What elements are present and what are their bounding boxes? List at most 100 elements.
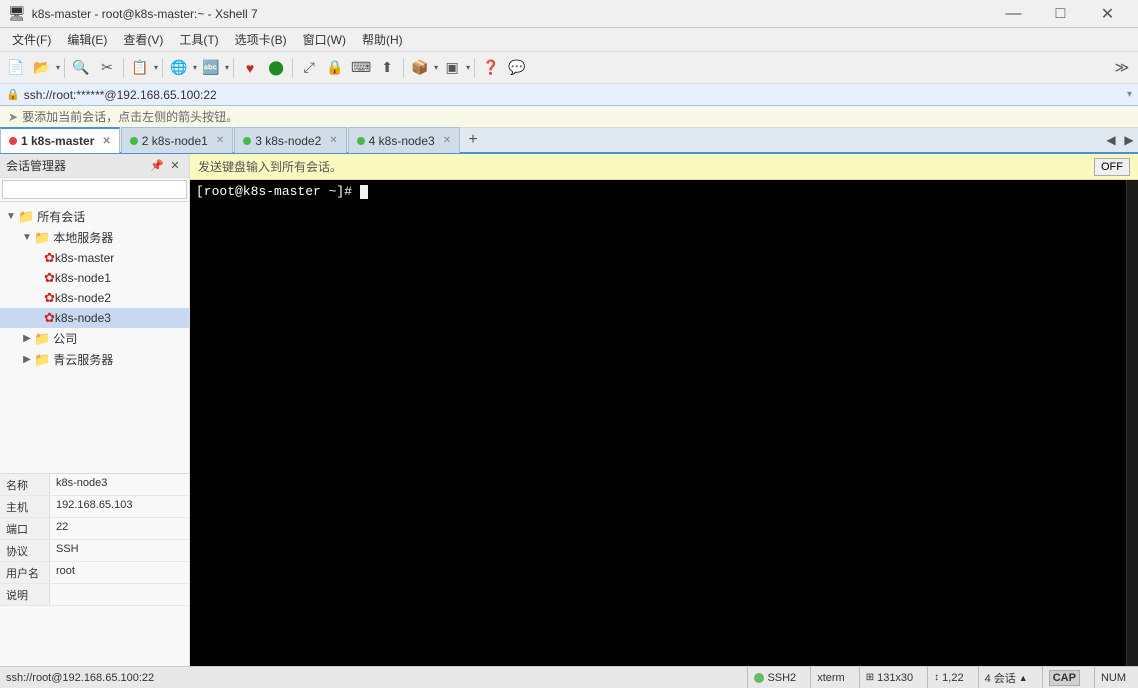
info-label-name: 名称 bbox=[0, 474, 50, 495]
title-bar-left: 🖥 k8s-master - root@k8s-master:~ - Xshel… bbox=[8, 5, 258, 22]
close-button[interactable]: ✕ bbox=[1085, 0, 1130, 28]
info-value-user: root bbox=[50, 562, 189, 583]
address-dropdown-icon[interactable]: ▾ bbox=[1127, 89, 1132, 100]
tab-close-0[interactable]: ✕ bbox=[102, 136, 110, 147]
arrow-icon: ➤ bbox=[8, 110, 18, 124]
send-all-bar: 发送键盘输入到所有会话。 OFF bbox=[190, 154, 1138, 180]
toolbar-btn-kbd[interactable]: ⌨ bbox=[349, 56, 373, 80]
menu-edit[interactable]: 编辑(E) bbox=[59, 29, 115, 50]
toolbar-btn3[interactable]: ✂ bbox=[95, 56, 119, 80]
tab-3[interactable]: 4 k8s-node3 ✕ bbox=[348, 127, 460, 153]
tab-0[interactable]: 1 k8s-master ✕ bbox=[0, 127, 120, 153]
expand-company[interactable]: ▶ bbox=[20, 333, 34, 344]
menu-file[interactable]: 文件(F) bbox=[4, 29, 59, 50]
tree-item-all-sessions[interactable]: ▼ 📁 所有会话 bbox=[0, 206, 189, 227]
info-panel: 名称 k8s-node3 主机 192.168.65.103 端口 22 协议 … bbox=[0, 473, 189, 666]
toolbar-transfer-btn[interactable]: 📦 bbox=[408, 56, 432, 80]
new-session-button[interactable]: 📄 bbox=[4, 56, 28, 80]
status-address: ssh://root@192.168.65.100:22 bbox=[6, 672, 739, 684]
position-icon: ↕ bbox=[934, 672, 939, 683]
minimize-button[interactable]: — bbox=[991, 0, 1036, 28]
sidebar-search-input[interactable] bbox=[2, 180, 187, 199]
content-area: 会话管理器 📌 ✕ ▼ 📁 所有会话 ▼ 📁 本地服务器 bbox=[0, 154, 1138, 666]
status-position-segment: ↕ 1,22 bbox=[927, 667, 969, 688]
status-size-segment: ⊞ 131x30 bbox=[859, 667, 919, 688]
lock-icon: 🔒 bbox=[6, 88, 20, 101]
toolbar-chat-btn[interactable]: 💬 bbox=[505, 56, 529, 80]
open-button[interactable]: 📂 bbox=[30, 56, 54, 80]
menu-tabs[interactable]: 选项卡(B) bbox=[227, 29, 295, 50]
sidebar-close-button[interactable]: ✕ bbox=[167, 158, 183, 174]
btn6-arrow[interactable]: ▾ bbox=[225, 63, 229, 72]
tab-label-3: 4 k8s-node3 bbox=[369, 134, 435, 148]
toolbar-btn4[interactable]: 📋 bbox=[128, 56, 152, 80]
toolbar-expand-btn[interactable]: ≫ bbox=[1110, 56, 1134, 80]
toolbar-btn-up[interactable]: ⬆ bbox=[375, 56, 399, 80]
open-arrow[interactable]: ▾ bbox=[56, 63, 60, 72]
toolbar-btn-lock[interactable]: 🔒 bbox=[323, 56, 347, 80]
folder-icon-qingyun: 📁 bbox=[34, 352, 50, 368]
sidebar-header: 会话管理器 📌 ✕ bbox=[0, 154, 189, 178]
toolbar-btn5[interactable]: 🌐 bbox=[167, 56, 191, 80]
tab-nav: ◀ ▶ bbox=[1102, 127, 1138, 153]
btn4-arrow[interactable]: ▾ bbox=[154, 63, 158, 72]
sidebar-pin-button[interactable]: 📌 bbox=[149, 158, 165, 174]
status-sessions: 4 会话 bbox=[985, 670, 1016, 686]
menu-view[interactable]: 查看(V) bbox=[115, 29, 171, 50]
terminal[interactable]: [root@k8s-master ~]# bbox=[190, 180, 1126, 666]
toolbar-btn6[interactable]: 🔤 bbox=[199, 56, 223, 80]
tree-item-qingyun[interactable]: ▶ 📁 青云服务器 bbox=[0, 349, 189, 370]
toolbar-btn-circle[interactable]: ⬤ bbox=[264, 56, 288, 80]
expand-qingyun[interactable]: ▶ bbox=[20, 354, 34, 365]
menu-tools[interactable]: 工具(T) bbox=[171, 29, 226, 50]
menu-window[interactable]: 窗口(W) bbox=[295, 29, 354, 50]
term-arrow[interactable]: ▾ bbox=[466, 63, 470, 72]
toolbar-btn-resize[interactable]: ⤢ bbox=[297, 56, 321, 80]
tab-nav-prev[interactable]: ◀ bbox=[1102, 127, 1120, 153]
toolbar-btn2[interactable]: 🔍 bbox=[69, 56, 93, 80]
info-value-host: 192.168.65.103 bbox=[50, 496, 189, 517]
terminal-area: [root@k8s-master ~]# bbox=[190, 180, 1138, 666]
tab-1[interactable]: 2 k8s-node1 ✕ bbox=[121, 127, 233, 153]
label-k8s-master: k8s-master bbox=[55, 251, 114, 265]
status-protocol-segment: SSH2 bbox=[747, 667, 802, 688]
label-all-sessions: 所有会话 bbox=[37, 208, 85, 225]
menu-help[interactable]: 帮助(H) bbox=[354, 29, 411, 50]
btn5-arrow[interactable]: ▾ bbox=[193, 63, 197, 72]
toolbar-help-btn[interactable]: ❓ bbox=[479, 56, 503, 80]
tree-item-k8s-node1[interactable]: ✿ k8s-node1 bbox=[0, 268, 189, 288]
info-value-port: 22 bbox=[50, 518, 189, 539]
notification-text: 要添加当前会话，点击左侧的箭头按钮。 bbox=[22, 108, 238, 125]
label-company: 公司 bbox=[53, 330, 77, 347]
info-row-port: 端口 22 bbox=[0, 518, 189, 540]
tab-nav-next[interactable]: ▶ bbox=[1120, 127, 1138, 153]
tree-item-local[interactable]: ▼ 📁 本地服务器 bbox=[0, 227, 189, 248]
tree-item-k8s-master[interactable]: ✿ k8s-master bbox=[0, 248, 189, 268]
expand-local[interactable]: ▼ bbox=[20, 232, 34, 243]
expand-all-sessions[interactable]: ▼ bbox=[4, 211, 18, 222]
tab-2[interactable]: 3 k8s-node2 ✕ bbox=[234, 127, 346, 153]
label-k8s-node2: k8s-node2 bbox=[55, 291, 111, 305]
status-cap-segment: CAP bbox=[1042, 667, 1086, 688]
status-position: 1,22 bbox=[942, 672, 963, 684]
tab-close-1[interactable]: ✕ bbox=[216, 135, 224, 146]
tree-item-k8s-node3[interactable]: ✿ k8s-node3 bbox=[0, 308, 189, 328]
info-label-user: 用户名 bbox=[0, 562, 50, 583]
toolbar-btn-heart[interactable]: ♥ bbox=[238, 56, 262, 80]
tab-close-2[interactable]: ✕ bbox=[329, 135, 337, 146]
status-size: 131x30 bbox=[877, 672, 913, 684]
label-k8s-node3: k8s-node3 bbox=[55, 311, 111, 325]
sessions-arrow-up[interactable]: ▲ bbox=[1019, 673, 1028, 683]
status-num-segment: NUM bbox=[1094, 667, 1132, 688]
maximize-button[interactable]: □ bbox=[1038, 0, 1083, 28]
terminal-scrollbar[interactable] bbox=[1126, 180, 1138, 666]
tree-item-company[interactable]: ▶ 📁 公司 bbox=[0, 328, 189, 349]
sep7 bbox=[474, 58, 475, 78]
send-all-toggle-button[interactable]: OFF bbox=[1094, 158, 1130, 176]
tab-close-3[interactable]: ✕ bbox=[443, 135, 451, 146]
toolbar-term-btn[interactable]: ▣ bbox=[440, 56, 464, 80]
transfer-arrow[interactable]: ▾ bbox=[434, 63, 438, 72]
add-tab-button[interactable]: + bbox=[461, 127, 485, 153]
tree-item-k8s-node2[interactable]: ✿ k8s-node2 bbox=[0, 288, 189, 308]
info-value-protocol: SSH bbox=[50, 540, 189, 561]
